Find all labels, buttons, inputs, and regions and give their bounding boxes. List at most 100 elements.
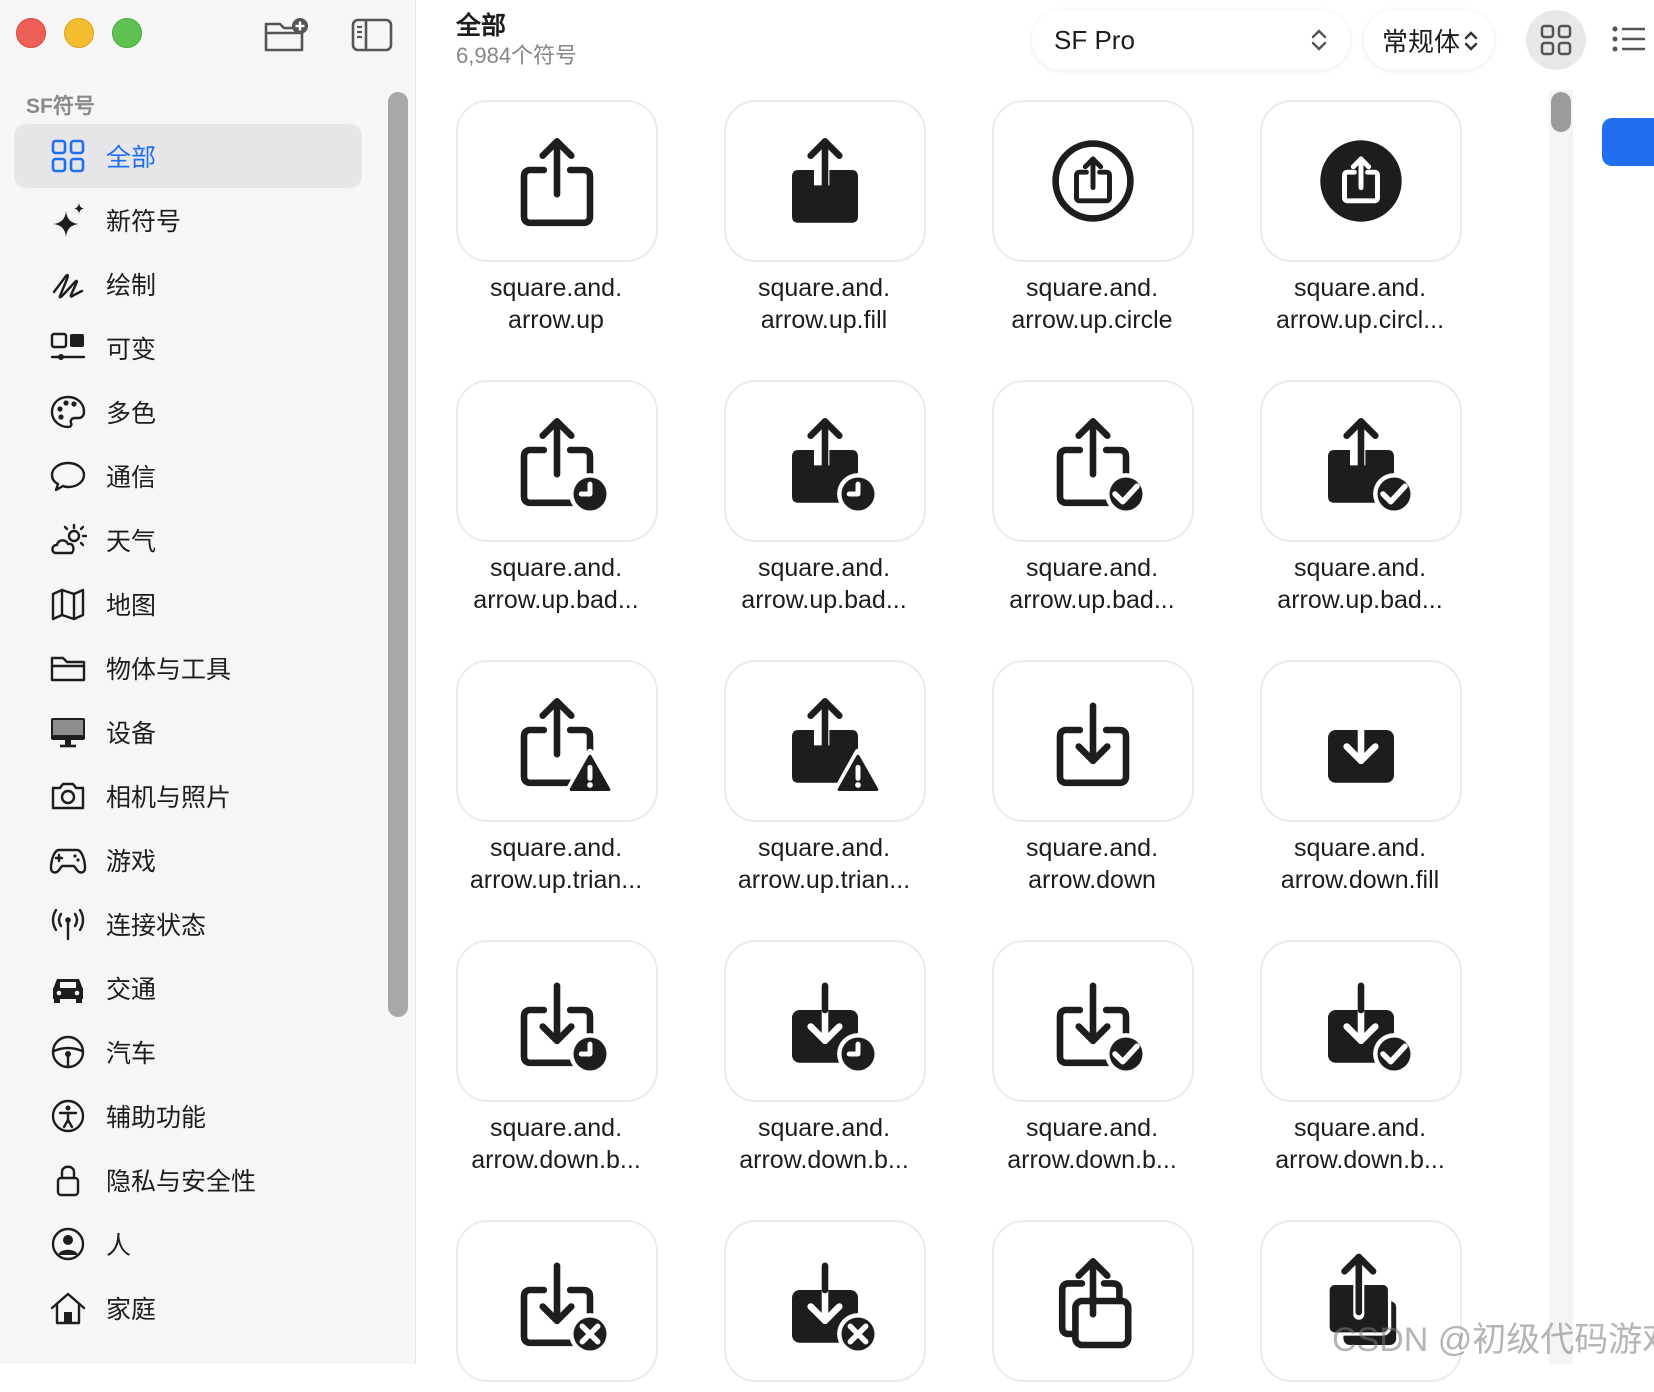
grid-view-button[interactable] xyxy=(1526,10,1586,70)
inspector-tab[interactable] xyxy=(1602,118,1654,166)
symbol-tile[interactable]: square.and. arrow.up.trian... xyxy=(456,660,658,896)
symbol-tile[interactable]: square.and. arrow.down.b... xyxy=(456,940,658,1176)
main-scrollbar[interactable] xyxy=(1551,92,1571,132)
list-icon xyxy=(1612,26,1645,52)
symbol-tile[interactable]: square.and. arrow.up xyxy=(456,100,658,336)
sidebar-item-19[interactable]: 家庭 xyxy=(14,1276,362,1340)
chevron-updown-icon xyxy=(1311,29,1327,51)
camera-icon xyxy=(48,776,88,816)
house-icon xyxy=(48,1288,88,1328)
sidebar-scrollbar[interactable] xyxy=(388,92,408,1017)
sidebar-item-11[interactable]: 相机与照片 xyxy=(14,764,362,828)
symbol-name-line2: arrow.down.b... xyxy=(1275,1146,1445,1174)
sidebar-item-4[interactable]: 可变 xyxy=(14,316,362,380)
symbol-name-line1: square.and. xyxy=(1025,554,1159,582)
symbol-preview xyxy=(724,940,926,1102)
symbol-tile[interactable]: square.and. arrow.up.bad... xyxy=(1260,380,1462,616)
symbol-name: square.and. arrow.up.circl... xyxy=(1260,272,1460,336)
sidebar-item-6[interactable]: 通信 xyxy=(14,444,362,508)
symbol-name-line1: square.and. xyxy=(489,834,623,862)
main-content: 全部 6,984个符号 SF Pro 常规体 square.and. arrow.… xyxy=(416,0,1654,1382)
sidebar-item-label: 通信 xyxy=(106,464,157,492)
symbol-tile[interactable]: square.and. arrow.down.b... xyxy=(724,940,926,1176)
symbol-name: square.and. arrow.up xyxy=(456,272,656,336)
square-on-square-arrow-up-icon xyxy=(1058,1258,1132,1349)
symbol-tile[interactable]: square.and. arrow.down xyxy=(992,660,1194,896)
symbol-name: square.and. arrow.up.fill xyxy=(724,272,924,336)
sidebar-item-label: 物体与工具 xyxy=(106,656,232,684)
accessibility-icon xyxy=(48,1096,88,1136)
symbol-tile[interactable]: square.and. arrow.up.bad... xyxy=(724,380,926,616)
sidebar-item-7[interactable]: 天气 xyxy=(14,508,362,572)
sidebar-item-label: 新符号 xyxy=(106,208,182,236)
symbol-tile[interactable]: square.and. arrow.down.b... xyxy=(992,940,1194,1176)
sidebar-item-13[interactable]: 连接状态 xyxy=(14,892,362,956)
sidebar-item-1[interactable]: 全部 xyxy=(14,124,362,188)
sidebar-item-5[interactable]: 多色 xyxy=(14,380,362,444)
symbol-name: square.and. arrow.down.b... xyxy=(724,1112,924,1176)
sidebar-item-10[interactable]: 设备 xyxy=(14,700,362,764)
square-arrow-down-badge-checkmark-icon xyxy=(1056,982,1147,1075)
sidebar-item-12[interactable]: 游戏 xyxy=(14,828,362,892)
sidebar-item-label: 辅助功能 xyxy=(106,1104,207,1132)
list-view-button[interactable] xyxy=(1604,14,1654,64)
symbol-preview xyxy=(1260,100,1462,262)
symbol-name: square.and. arrow.up.circle xyxy=(992,272,1192,336)
close-button[interactable] xyxy=(16,18,46,48)
symbol-tile[interactable]: square.and. arrow.up.circl... xyxy=(1260,100,1462,336)
minimize-button[interactable] xyxy=(64,18,94,48)
weight-select[interactable]: 常规体 xyxy=(1364,10,1494,70)
sidebar-item-14[interactable]: 交通 xyxy=(14,956,362,1020)
sidebar-item-9[interactable]: 物体与工具 xyxy=(14,636,362,700)
sidebar-item-16[interactable]: 辅助功能 xyxy=(14,1084,362,1148)
symbol-name-line2: arrow.up.circl... xyxy=(1275,306,1445,334)
symbol-tile[interactable]: square.and. arrow.up.trian... xyxy=(724,660,926,896)
symbol-tile[interactable]: square.and. arrow.up.fill xyxy=(724,100,926,336)
sidebar-item-18[interactable]: 人 xyxy=(14,1212,362,1276)
square-arrow-up-fill-badge-checkmark-icon xyxy=(1328,418,1415,515)
sidebar-item-label: 绘制 xyxy=(106,272,157,300)
square-arrow-down-fill-badge-checkmark-icon xyxy=(1328,982,1415,1075)
symbol-name-line2: arrow.up.bad... xyxy=(1277,586,1443,614)
symbol-preview xyxy=(1260,660,1462,822)
sidebar-item-2[interactable]: 新符号 xyxy=(14,188,362,252)
zoom-button[interactable] xyxy=(112,18,142,48)
symbol-tile[interactable]: square.and. arrow.down.fill xyxy=(1260,660,1462,896)
symbol-tile[interactable]: square.and. arrow.up.bad... xyxy=(992,380,1194,616)
symbol-tile[interactable] xyxy=(724,1220,926,1392)
symbol-tile[interactable]: square.and. arrow.up.circle xyxy=(992,100,1194,336)
symbol-preview xyxy=(456,940,658,1102)
symbol-tile[interactable]: square.and. arrow.up.bad... xyxy=(456,380,658,616)
symbol-name-line1: square.and. xyxy=(1025,274,1159,302)
sidebar-item-8[interactable]: 地图 xyxy=(14,572,362,636)
sidebar-item-label: 设备 xyxy=(106,720,157,748)
paintpalette-icon xyxy=(48,392,88,432)
new-folder-button[interactable] xyxy=(262,14,310,56)
sidebar-toggle-button[interactable] xyxy=(348,14,396,56)
symbol-name: square.and. arrow.up.bad... xyxy=(1260,552,1460,616)
symbol-name: square.and. arrow.up.bad... xyxy=(724,552,924,616)
symbol-tile[interactable] xyxy=(992,1220,1194,1392)
sidebar-item-label: 游戏 xyxy=(106,848,157,876)
sidebar-item-label: 多色 xyxy=(106,400,157,428)
symbol-name-line1: square.and. xyxy=(1293,554,1427,582)
symbol-name-line2: arrow.up.fill xyxy=(760,306,888,334)
square-arrow-up-trianglebadge-icon xyxy=(520,698,612,795)
sidebar-item-15[interactable]: 汽车 xyxy=(14,1020,362,1084)
cloud-sun-icon xyxy=(48,520,88,560)
sidebar-item-3[interactable]: 绘制 xyxy=(14,252,362,316)
symbol-preview xyxy=(1260,380,1462,542)
font-select[interactable]: SF Pro xyxy=(1032,10,1350,70)
sidebar-item-17[interactable]: 隐私与安全性 xyxy=(14,1148,362,1212)
display-icon xyxy=(48,712,88,752)
symbol-tile[interactable] xyxy=(456,1220,658,1392)
symbol-tile[interactable]: square.and. arrow.down.b... xyxy=(1260,940,1462,1176)
symbol-preview xyxy=(456,380,658,542)
symbol-tile[interactable] xyxy=(1260,1220,1462,1392)
square-arrow-up-badge-checkmark-icon xyxy=(1056,418,1147,515)
symbol-name: square.and. arrow.down xyxy=(992,832,1192,896)
gamecontroller-icon xyxy=(48,840,88,880)
symbol-preview xyxy=(992,1220,1194,1382)
lock-icon xyxy=(48,1160,88,1200)
symbol-name-line1: square.and. xyxy=(1293,1114,1427,1142)
